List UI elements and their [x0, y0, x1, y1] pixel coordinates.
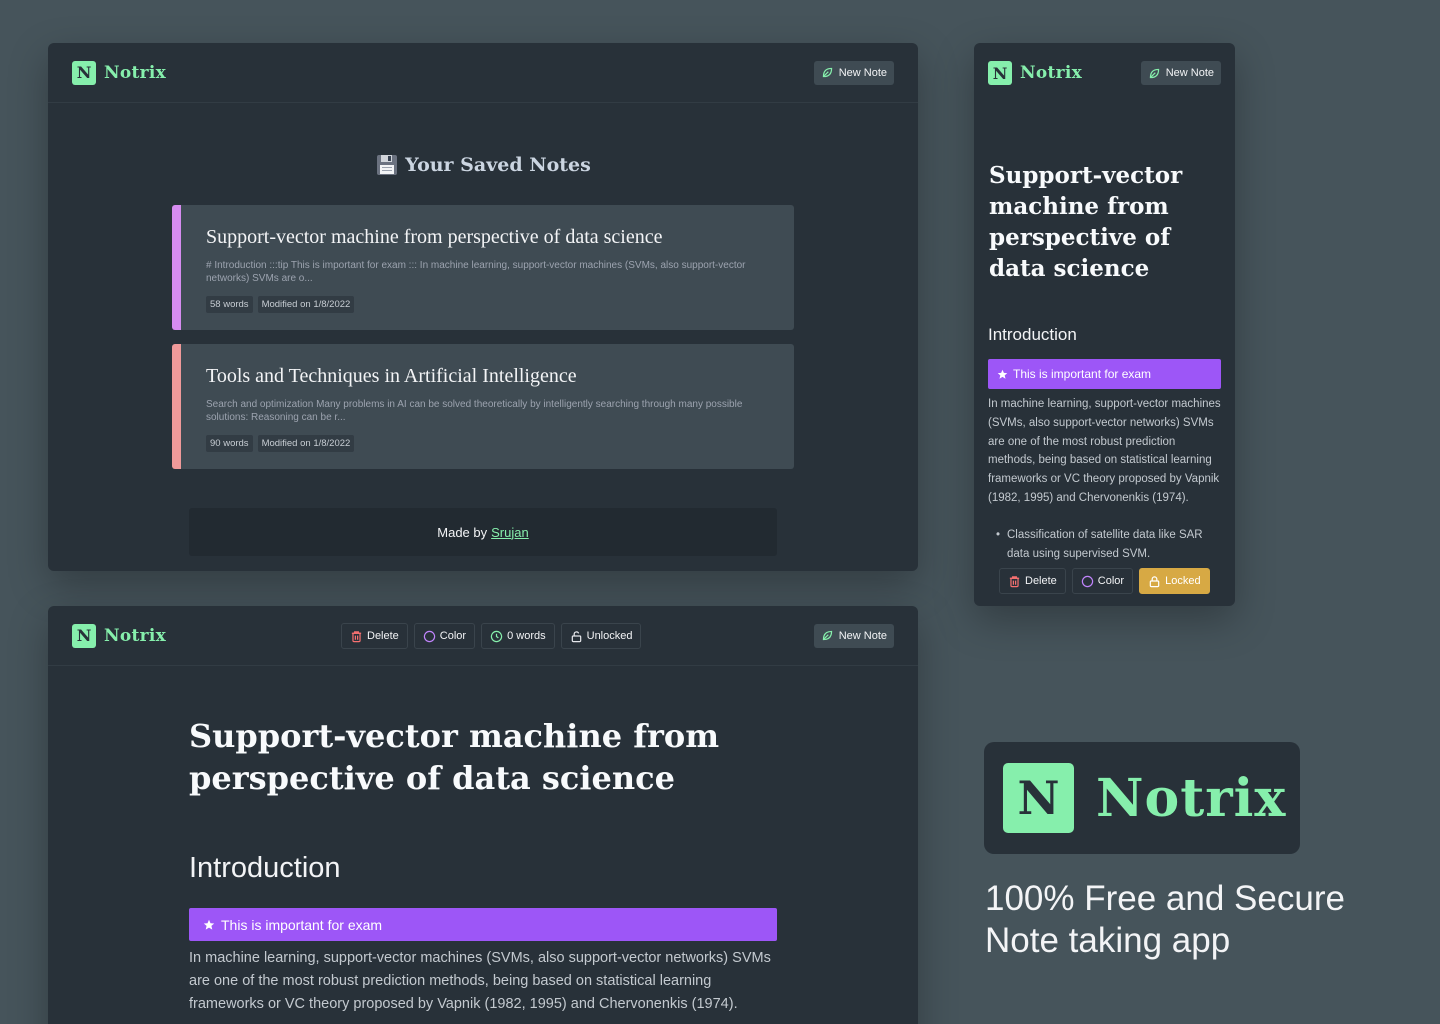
new-note-button[interactable]: New Note — [813, 60, 894, 85]
credits-prefix: Made by — [437, 524, 488, 540]
note-list-item[interactable]: Tools and Techniques in Artificial Intel… — [172, 344, 794, 469]
word-count-badge: 58 words — [206, 296, 253, 313]
note-meta: 58 words Modified on 1/8/2022 — [206, 296, 355, 313]
leaf-icon — [822, 67, 832, 78]
new-note-button[interactable]: New Note — [1140, 61, 1221, 85]
note-body: In machine learning, support-vector mach… — [988, 398, 1221, 504]
trash-icon — [1009, 575, 1020, 587]
star-icon — [203, 919, 215, 930]
saved-notes-heading: Your Saved Notes — [48, 153, 918, 177]
lock-icon — [1149, 575, 1160, 587]
note-body[interactable]: In machine learning, support-vector mach… — [189, 947, 789, 1016]
tagline-line: Note taking app — [985, 921, 1231, 960]
delete-button[interactable]: Delete — [341, 623, 408, 649]
note-actions: Delete Color Locked — [999, 568, 1210, 594]
app-header: N Notrix New Note — [48, 43, 918, 103]
trash-icon — [351, 630, 362, 642]
promo-brand-name: Notrix — [1096, 767, 1287, 829]
tip-text: This is important for exam — [221, 916, 383, 933]
brand-name: Notrix — [104, 62, 167, 83]
logo-icon: N — [988, 61, 1012, 85]
tip-callout: This is important for exam — [988, 359, 1221, 389]
tip-text: This is important for exam — [1013, 367, 1152, 381]
author-link[interactable]: Srujan — [491, 525, 529, 540]
note-title: Support-vector machine from perspective … — [206, 226, 663, 248]
delete-label: Delete — [367, 630, 399, 642]
lock-toggle[interactable]: Unlocked — [560, 623, 642, 649]
leaf-icon — [1149, 68, 1159, 78]
circle-icon — [423, 630, 436, 642]
lock-toggle[interactable]: Locked — [1139, 568, 1210, 594]
star-icon — [997, 369, 1008, 379]
note-list-item[interactable]: Support-vector machine from perspective … — [172, 205, 794, 330]
color-button[interactable]: Color — [1071, 568, 1134, 594]
color-button[interactable]: Color — [413, 623, 476, 649]
logo-icon: N — [1003, 763, 1074, 833]
modified-date-badge: Modified on 1/8/2022 — [257, 296, 355, 313]
saved-notes-window: N Notrix New Note Your Saved Notes Suppo… — [48, 43, 918, 571]
unlock-icon — [571, 630, 581, 642]
color-label: Color — [1097, 575, 1125, 587]
note-title: Support-vector machine from perspective … — [989, 162, 1183, 282]
note-snippet: Search and optimization Many problems in… — [206, 399, 743, 423]
logo-icon: N — [72, 60, 96, 85]
brand[interactable]: N Notrix — [72, 60, 167, 85]
saved-notes-title: Your Saved Notes — [405, 154, 591, 176]
note-heading[interactable]: Introduction — [189, 852, 341, 885]
note-title: Tools and Techniques in Artificial Intel… — [206, 365, 577, 387]
locked-label: Locked — [1165, 575, 1201, 587]
note-snippet: # Introduction :::tip This is important … — [206, 260, 746, 284]
editor-toolbar: Delete Color 0 words Unlocked — [341, 623, 642, 649]
promo-tagline: 100% Free and Secure Note taking app — [985, 878, 1415, 962]
note-accent-bar — [172, 205, 181, 330]
app-header: N Notrix Delete Color 0 words Unlocked N… — [48, 606, 918, 666]
delete-button[interactable]: Delete — [999, 568, 1066, 594]
note-heading: Introduction — [988, 325, 1077, 344]
color-label: Color — [439, 630, 467, 642]
brand-name: Notrix — [1020, 63, 1083, 83]
word-count-label: 0 words — [507, 630, 546, 642]
note-accent-bar — [172, 344, 181, 469]
word-count-indicator: 0 words — [481, 623, 555, 649]
new-note-label: New Note — [838, 629, 887, 642]
app-header: N Notrix New Note — [974, 43, 1235, 103]
delete-label: Delete — [1025, 575, 1057, 587]
clock-icon — [490, 630, 503, 642]
editor-window: N Notrix Delete Color 0 words Unlocked N… — [48, 606, 918, 1024]
word-count-badge: 90 words — [206, 435, 253, 452]
tip-callout[interactable]: This is important for exam — [189, 908, 777, 941]
tagline-line: 100% Free and Secure — [985, 879, 1345, 918]
credits-footer: Made by Srujan — [189, 508, 777, 556]
circle-icon — [1081, 575, 1094, 587]
unlocked-label: Unlocked — [586, 630, 633, 642]
new-note-label: New Note — [1165, 67, 1214, 79]
floppy-disk-icon — [377, 155, 398, 175]
brand[interactable]: N Notrix — [988, 61, 1082, 85]
note-bullet: Classification of satellite data like SA… — [996, 526, 1216, 564]
leaf-icon — [822, 630, 832, 641]
brand-name: Notrix — [104, 625, 167, 646]
note-meta: 90 words Modified on 1/8/2022 — [206, 435, 355, 452]
new-note-label: New Note — [838, 66, 887, 79]
modified-date-badge: Modified on 1/8/2022 — [257, 435, 355, 452]
mobile-note-window: N Notrix New Note Support-vector machine… — [974, 43, 1235, 606]
note-title[interactable]: Support-vector machine from perspective … — [189, 715, 749, 799]
promo-logo: N Notrix — [984, 742, 1300, 854]
new-note-button[interactable]: New Note — [813, 623, 894, 648]
logo-icon: N — [72, 623, 96, 648]
brand[interactable]: N Notrix — [72, 623, 167, 648]
